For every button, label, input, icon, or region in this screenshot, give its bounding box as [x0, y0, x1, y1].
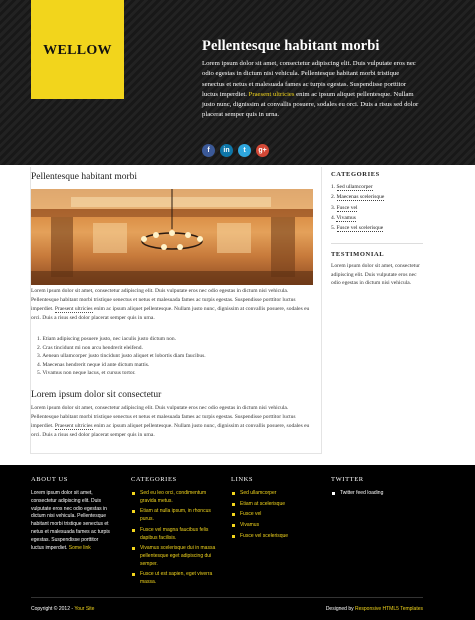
- footer-links: LINKS Sed ullamcorper Etiam at scelerisqu…: [231, 476, 321, 544]
- footer-category-link[interactable]: Sed eu leo orci, condimentum gravida met…: [131, 490, 221, 505]
- post2-title: Lorem ipsum dolor sit consectetur: [31, 390, 162, 400]
- footer-link-item[interactable]: Etiam at scelerisque: [231, 501, 321, 509]
- footer-link-item[interactable]: Sed ullamcorper: [231, 490, 321, 498]
- footer-link-item[interactable]: Vivamus: [231, 522, 321, 530]
- linkedin-icon[interactable]: in: [220, 144, 233, 157]
- copyright-link[interactable]: Your Site: [74, 606, 94, 612]
- footer-links-title: LINKS: [231, 476, 254, 483]
- sidebar-category-item[interactable]: 1. Sed ullamcorper: [331, 182, 423, 192]
- credit-text: Designed by: [325, 606, 354, 612]
- hero-title: Pellentesque habitant morbi: [202, 38, 380, 54]
- sidebar-category-number: 3.: [331, 204, 336, 211]
- footer-category-link[interactable]: Fusce ut est sapien, eget viverra massa.: [131, 571, 221, 586]
- logo-text[interactable]: WELLOW: [31, 43, 124, 59]
- sidebar-category-item[interactable]: 2. Maecenas scelerisque: [331, 192, 423, 202]
- post-list-item: 2. Cras tincidunt mi non arcu hendrerit …: [37, 344, 143, 351]
- footer-about-title: ABOUT US: [31, 476, 69, 483]
- footer-twitter: TWITTER Twitter feed loading: [331, 476, 426, 501]
- hero-text: Lorem ipsum dolor sit amet, consectetur …: [202, 59, 422, 121]
- footer-about-text: Lorem ipsum dolor sit amet, consectetur …: [31, 490, 111, 552]
- twitter-icon[interactable]: t: [238, 144, 251, 157]
- footer-about-link[interactable]: Some link: [69, 545, 91, 551]
- sidebar-category-link[interactable]: Maecenas scelerisque: [336, 194, 385, 202]
- logo[interactable]: WELLOW: [31, 0, 124, 99]
- footer-categories: CATEGORIES Sed eu leo orci, condimentum …: [131, 476, 221, 590]
- footer-links-list: Sed ullamcorper Etiam at scelerisque Fusce…: [231, 490, 321, 541]
- sidebar-category-link[interactable]: Fusce vel: [336, 204, 358, 212]
- sidebar-testimonial-title: TESTIMONIAL: [331, 251, 385, 258]
- testimonial-text: Lorem ipsum dolor sit amet, consectetur …: [331, 263, 420, 287]
- sidebar-categories-title: CATEGORIES: [331, 171, 380, 178]
- copyright-text: Copyright © 2012 -: [31, 606, 74, 612]
- footer-category-link[interactable]: Etiam at nulla ipsum, in rhoncus purus.: [131, 508, 221, 523]
- credit-link[interactable]: Responsive HTML5 Templates: [355, 606, 423, 612]
- footer-about: ABOUT US Lorem ipsum dolor sit amet, con…: [31, 476, 111, 552]
- footer-about-body: Lorem ipsum dolor sit amet, consectetur …: [31, 490, 110, 551]
- social-icons: f in t g+: [202, 144, 274, 158]
- post-title: Pellentesque habitant morbi: [31, 172, 138, 182]
- post-image: [31, 189, 313, 285]
- footer-twitter-list: Twitter feed loading: [331, 490, 426, 498]
- footer-category-link[interactable]: Vivamus scelerisque dui in massa pellent…: [131, 545, 221, 568]
- post-list-item: 3. Aenean ullamcorper justo tincidunt ju…: [37, 353, 206, 360]
- post2-paragraph: Lorem ipsum dolor sit amet, consectetur …: [31, 404, 316, 440]
- footer-twitter-title: TWITTER: [331, 476, 364, 483]
- footer-link-item[interactable]: Fusce vel scelerisque: [231, 533, 321, 541]
- sidebar-category-link[interactable]: Fusce vel scelerisque: [336, 225, 384, 233]
- post-list-item: 1. Etiam adipiscing posuere justo, nec i…: [37, 336, 177, 342]
- footer-link-item[interactable]: Fusce vel: [231, 511, 321, 519]
- facebook-icon[interactable]: f: [202, 144, 215, 157]
- footer-categories-list: Sed eu leo orci, condimentum gravida met…: [131, 490, 221, 587]
- googleplus-icon[interactable]: g+: [256, 144, 269, 157]
- post2-inline-link[interactable]: Praesent ultricies: [54, 422, 93, 430]
- sidebar-category-item[interactable]: 3. Fusce vel: [331, 203, 423, 213]
- sidebar-category-item[interactable]: 4. Vivamus: [331, 213, 423, 223]
- chandelier-room-image: [31, 189, 313, 285]
- post-list-item: 4. Maecenas hendrerit neque id ante dict…: [37, 361, 150, 368]
- footer-divider: [31, 597, 423, 598]
- sidebar-category-number: 5.: [331, 225, 336, 232]
- sidebar-category-link[interactable]: Sed ullamcorper: [336, 184, 373, 191]
- hero: Pellentesque habitant morbi Lorem ipsum …: [202, 38, 422, 121]
- hero-highlight-link[interactable]: Praesent ultricies: [249, 91, 295, 98]
- post-ordered-list: 1. Etiam adipiscing posuere justo, nec i…: [37, 335, 307, 378]
- credit: Designed by Responsive HTML5 Templates: [326, 606, 423, 612]
- footer-category-link[interactable]: Fusce vel magna faucibus felis dapibus f…: [131, 527, 221, 542]
- sidebar-category-item[interactable]: 5. Fusce vel scelerisque: [331, 223, 423, 233]
- post-inline-link[interactable]: Praesent ultricies: [54, 305, 93, 313]
- sidebar-categories-list: 1. Sed ullamcorper 2. Maecenas scelerisqu…: [331, 182, 423, 233]
- post-paragraph: Lorem ipsum dolor sit amet, consectetur …: [31, 287, 316, 323]
- sidebar-divider: [331, 243, 423, 244]
- post-list-item: 5. Vivamus non neque lacus, et cursus to…: [37, 370, 136, 377]
- sidebar-category-number: 1.: [331, 184, 336, 190]
- copyright: Copyright © 2012 - Your Site: [31, 606, 94, 612]
- sidebar-category-number: 4.: [331, 214, 336, 221]
- sidebar-category-number: 2.: [331, 194, 336, 201]
- twitter-feed-item: Twitter feed loading: [331, 490, 426, 498]
- sidebar-category-link[interactable]: Vivamus: [336, 214, 356, 222]
- footer-categories-title: CATEGORIES: [131, 476, 177, 483]
